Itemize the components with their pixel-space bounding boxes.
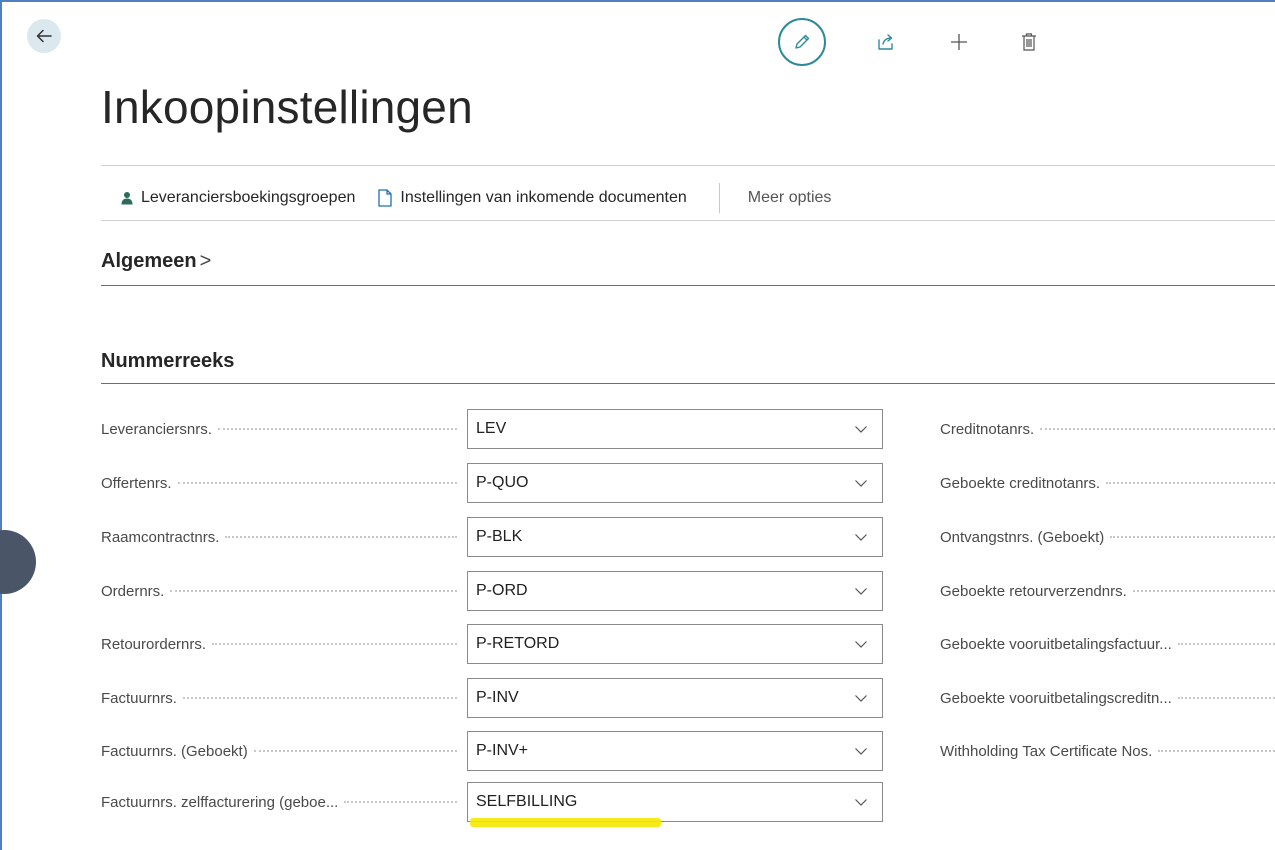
field-quote-nos: Offertenrs. P-QUO xyxy=(101,463,886,503)
divider xyxy=(101,220,1275,221)
field-label: Geboekte creditnotanrs. xyxy=(940,474,1101,492)
field-invoice-nos: Factuurnrs. P-INV xyxy=(101,678,886,718)
delete-button[interactable] xyxy=(1017,30,1041,54)
select-value: P-ORD xyxy=(476,582,528,599)
page-toolbar xyxy=(778,18,1041,66)
trash-icon xyxy=(1022,33,1036,51)
field-order-nos: Ordernrs. P-ORD xyxy=(101,571,886,611)
section-general-header[interactable]: Algemeen > xyxy=(101,250,211,273)
field-label: Ordernrs. xyxy=(101,582,165,600)
blanket-order-nos-select[interactable]: P-BLK xyxy=(467,517,883,557)
select-value: P-INV xyxy=(476,689,519,706)
field-return-order-nos: Retourordernrs. P-RETORD xyxy=(101,624,886,664)
incoming-documents-setup-action[interactable]: Instellingen van inkomende documenten xyxy=(377,189,687,207)
chevron-down-icon xyxy=(855,534,867,541)
section-number-series-header[interactable]: Nummerreeks xyxy=(101,350,234,373)
field-label: Geboekte vooruitbetalingscreditn... xyxy=(940,689,1172,707)
chevron-down-icon xyxy=(855,748,867,755)
select-value: P-INV+ xyxy=(476,742,529,759)
field-posted-return-shipment-nos[interactable]: Geboekte retourverzendnrs. xyxy=(940,571,1275,611)
page-title: Inkoopinstellingen xyxy=(101,81,473,133)
chevron-down-icon xyxy=(855,799,867,806)
field-label: Geboekte retourverzendnrs. xyxy=(940,582,1127,600)
field-posted-prepayment-credit-memo-nos[interactable]: Geboekte vooruitbetalingscreditn... xyxy=(940,678,1275,718)
field-label: Retourordernrs. xyxy=(101,635,207,653)
pencil-icon xyxy=(795,34,810,49)
field-label: Factuurnrs. xyxy=(101,689,177,707)
action-bar: Leveranciersboekingsgroepen Instellingen… xyxy=(120,183,831,213)
share-button[interactable] xyxy=(874,30,898,54)
field-vendor-nos: Leveranciersnrs. LEV xyxy=(101,409,886,449)
field-blanket-order-nos: Raamcontractnrs. P-BLK xyxy=(101,517,886,557)
share-icon xyxy=(878,34,893,50)
section-general-title: Algemeen xyxy=(101,250,197,272)
field-withholding-tax-certificate-nos[interactable]: Withholding Tax Certificate Nos. xyxy=(940,731,1275,771)
field-self-billing-invoice-nos: Factuurnrs. zelffacturering (geboe... SE… xyxy=(101,782,886,822)
vendor-posting-groups-label: Leveranciersboekingsgroepen xyxy=(141,189,356,206)
select-value: P-QUO xyxy=(476,474,529,491)
field-label: Raamcontractnrs. xyxy=(101,528,220,546)
return-order-nos-select[interactable]: P-RETORD xyxy=(467,624,883,664)
order-nos-select[interactable]: P-ORD xyxy=(467,571,883,611)
add-button[interactable] xyxy=(947,30,971,54)
chevron-down-icon xyxy=(855,641,867,648)
divider xyxy=(101,165,1275,166)
field-posted-prepayment-invoice-nos[interactable]: Geboekte vooruitbetalingsfactuur... xyxy=(940,624,1275,664)
field-posted-invoice-nos: Factuurnrs. (Geboekt) P-INV+ xyxy=(101,731,886,771)
plus-icon xyxy=(951,34,967,50)
posted-invoice-nos-select[interactable]: P-INV+ xyxy=(467,731,883,771)
section-number-series-title: Nummerreeks xyxy=(101,350,235,372)
field-label: Factuurnrs. zelffacturering (geboe... xyxy=(101,793,339,811)
field-label: Factuurnrs. (Geboekt) xyxy=(101,742,248,760)
incoming-documents-setup-label: Instellingen van inkomende documenten xyxy=(400,189,687,206)
section-divider xyxy=(101,285,1275,286)
chevron-down-icon xyxy=(855,480,867,487)
select-value: P-RETORD xyxy=(476,635,560,652)
select-value: SELFBILLING xyxy=(476,793,578,810)
highlight-marker xyxy=(470,818,661,827)
invoice-nos-select[interactable]: P-INV xyxy=(467,678,883,718)
field-label: Leveranciersnrs. xyxy=(101,420,212,438)
quote-nos-select[interactable]: P-QUO xyxy=(467,463,883,503)
field-posted-credit-memo-nos[interactable]: Geboekte creditnotanrs. xyxy=(940,463,1275,503)
field-posted-receipt-nos[interactable]: Ontvangstnrs. (Geboekt) xyxy=(940,517,1275,557)
more-options-action[interactable]: Meer opties xyxy=(748,189,832,207)
field-label: Offertenrs. xyxy=(101,474,172,492)
action-separator xyxy=(718,183,720,213)
select-value: P-BLK xyxy=(476,528,523,545)
more-options-label: Meer opties xyxy=(747,189,832,206)
field-credit-memo-nos[interactable]: Creditnotanrs. xyxy=(940,409,1275,449)
chevron-right-icon: > xyxy=(199,250,212,272)
field-label: Geboekte vooruitbetalingsfactuur... xyxy=(940,635,1172,653)
person-icon xyxy=(120,191,134,205)
self-billing-invoice-nos-select[interactable]: SELFBILLING xyxy=(467,782,883,822)
section-divider xyxy=(101,383,1275,384)
edit-button[interactable] xyxy=(778,18,826,66)
chevron-down-icon xyxy=(855,426,867,433)
vendor-nos-select[interactable]: LEV xyxy=(467,409,883,449)
field-label: Ontvangstnrs. (Geboekt) xyxy=(940,528,1105,546)
chevron-down-icon xyxy=(855,695,867,702)
field-label: Creditnotanrs. xyxy=(940,420,1035,438)
document-icon xyxy=(377,189,393,207)
select-value: LEV xyxy=(476,420,507,437)
arrow-left-icon xyxy=(36,29,52,43)
vendor-posting-groups-action[interactable]: Leveranciersboekingsgroepen xyxy=(120,189,355,207)
field-label: Withholding Tax Certificate Nos. xyxy=(940,742,1153,760)
chevron-down-icon xyxy=(855,588,867,595)
back-button[interactable] xyxy=(27,19,61,53)
